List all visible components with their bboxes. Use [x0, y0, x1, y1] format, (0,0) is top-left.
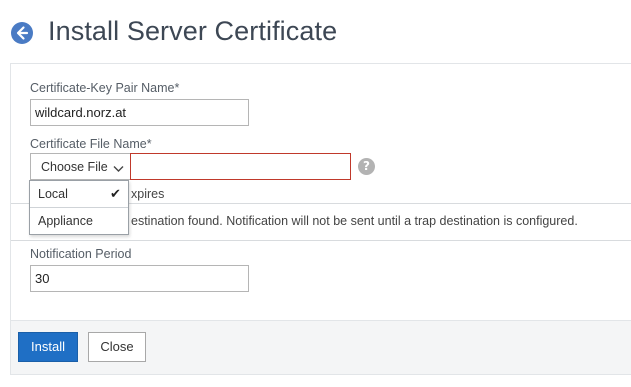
- help-icon[interactable]: ?: [358, 158, 375, 175]
- menu-item-label: Appliance: [38, 214, 93, 228]
- notify-expiry-text: xpires: [131, 187, 165, 201]
- menu-item-local[interactable]: Local ✔: [30, 181, 128, 208]
- footer-bar: Install Close: [11, 320, 631, 374]
- cert-file-input[interactable]: [130, 153, 351, 180]
- cert-key-pair-label: Certificate-Key Pair Name*: [30, 81, 180, 95]
- choose-file-dropdown[interactable]: Choose File: [30, 153, 131, 180]
- close-button[interactable]: Close: [88, 332, 146, 362]
- install-button[interactable]: Install: [18, 332, 78, 362]
- cert-key-pair-input[interactable]: [30, 99, 249, 126]
- menu-item-appliance[interactable]: Appliance: [30, 208, 128, 234]
- notification-period-label: Notification Period: [30, 247, 132, 261]
- menu-item-label: Local: [38, 187, 68, 201]
- back-arrow-icon[interactable]: [11, 22, 33, 44]
- file-source-menu: Local ✔ Appliance: [29, 180, 129, 235]
- chevron-down-icon: [113, 162, 124, 176]
- checkmark-icon: ✔: [110, 186, 121, 201]
- separator-bottom: [11, 240, 631, 241]
- cert-file-label: Certificate File Name*: [30, 137, 152, 151]
- choose-file-label: Choose File: [41, 160, 108, 174]
- trap-destination-warning: estination found. Notification will not …: [131, 214, 578, 228]
- notification-period-input[interactable]: [30, 265, 249, 292]
- install-certificate-dialog: Install Server Certificate Certificate-K…: [0, 0, 631, 387]
- page-title: Install Server Certificate: [48, 16, 338, 46]
